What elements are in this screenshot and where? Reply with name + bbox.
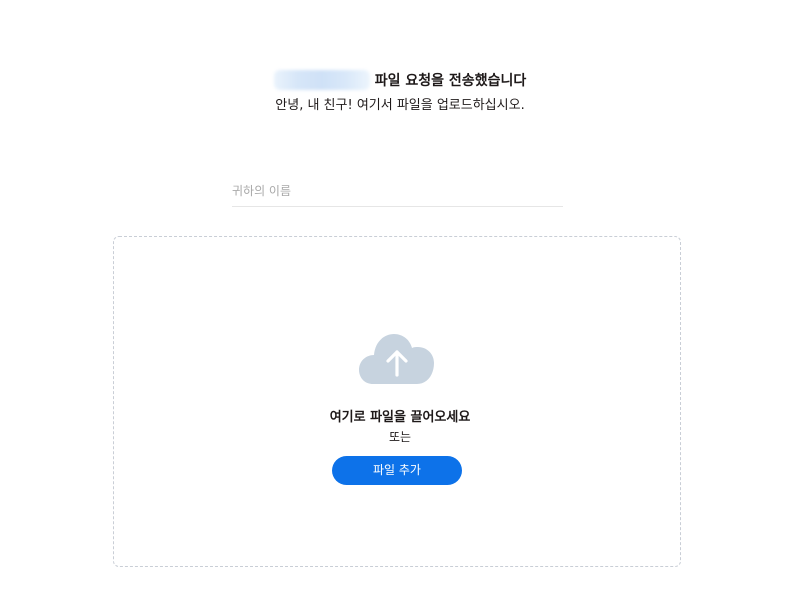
page-title: 파일 요청을 전송했습니다: [0, 70, 800, 92]
drop-zone-or-text: 또는: [388, 430, 412, 444]
sender-name-redacted: [273, 70, 370, 90]
drop-zone-title: 여기로 파일을 끌어오세요: [329, 410, 471, 425]
file-drop-zone[interactable]: [113, 236, 681, 567]
add-files-button[interactable]: 파일 추가: [332, 456, 462, 485]
cloud-upload-icon: [359, 334, 434, 384]
file-request-page: 파일 요청을 전송했습니다 안녕, 내 친구! 여기서 파일을 업로드하십시오.…: [0, 0, 800, 612]
name-input[interactable]: [232, 176, 563, 207]
page-title-text: 파일 요청을 전송했습니다: [374, 73, 527, 89]
page-subtitle: 안녕, 내 친구! 여기서 파일을 업로드하십시오.: [275, 98, 525, 113]
